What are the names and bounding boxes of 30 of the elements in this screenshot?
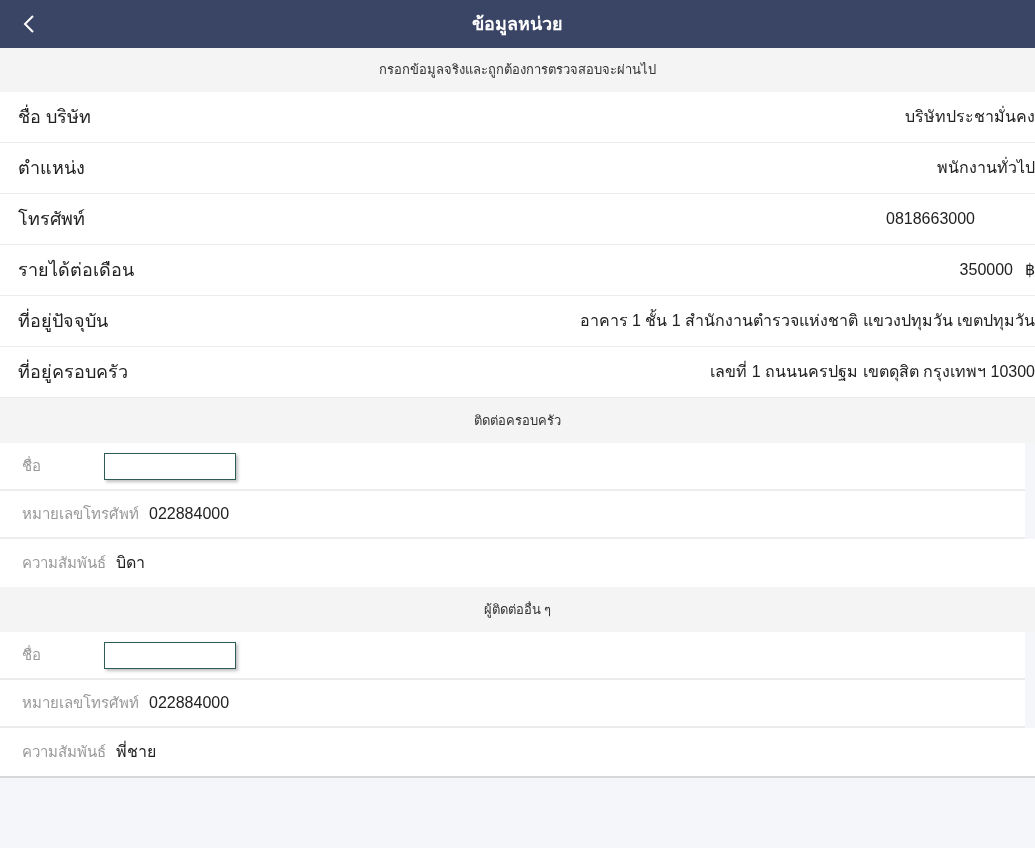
field-value: 0818663000 (886, 209, 975, 229)
field-label: ตำแหน่ง (18, 156, 85, 180)
back-icon (23, 14, 35, 34)
contact-label: ความสัมพันธ์ (22, 552, 106, 573)
contact-label: ชื่อ (22, 644, 42, 665)
contact-value: 022884000 (149, 693, 230, 713)
field-label: รายได้ต่อเดือน (18, 258, 134, 282)
field-label: ชื่อ บริษัท (18, 103, 91, 129)
field-label: ที่อยู่ครอบครัว (18, 358, 128, 385)
field-value: บริษัทประชามั่นคง (905, 105, 1035, 127)
field-value: อาคาร 1 ชั้น 1 สำนักงานตำรวจแห่งชาติ แขวงปทุมวัน เขตปทุมวัน (579, 309, 1035, 333)
field-label: โทรศัพท์ (18, 207, 85, 231)
field-value: พนักงานทั่วไป (937, 156, 1035, 178)
contact-label: หมายเลขโทรศัพท์ (22, 692, 139, 713)
field-value: เลขที่ 1 ถนนนครปฐม เขตดุสิต กรุงเทพฯ 10300 (710, 360, 1035, 384)
contact-label: ชื่อ (22, 455, 42, 476)
section-heading: ติดต่อครอบครัว (474, 411, 561, 430)
contact-value: พี่ชาย (116, 740, 156, 762)
currency-symbol: ฿ (1025, 260, 1035, 280)
notice-text: กรอกข้อมูลจริงและถูกต้องการตรวจสอบจะผ่านไป (379, 61, 656, 80)
contact-label: หมายเลขโทรศัพท์ (22, 503, 139, 524)
contact-label: ความสัมพันธ์ (22, 741, 106, 762)
contact-value: บิดา (116, 553, 145, 573)
section-heading: ผู้ติดต่ออื่น ๆ (483, 600, 552, 620)
name-input-field[interactable] (104, 641, 236, 669)
field-label: ที่อยู่ปัจจุบัน (18, 307, 108, 334)
page-title: ข้อมูลหน่วย (472, 12, 563, 38)
name-input-field[interactable] (104, 452, 236, 480)
field-value: 350000 (959, 260, 1013, 280)
contact-value: 022884000 (149, 504, 230, 524)
